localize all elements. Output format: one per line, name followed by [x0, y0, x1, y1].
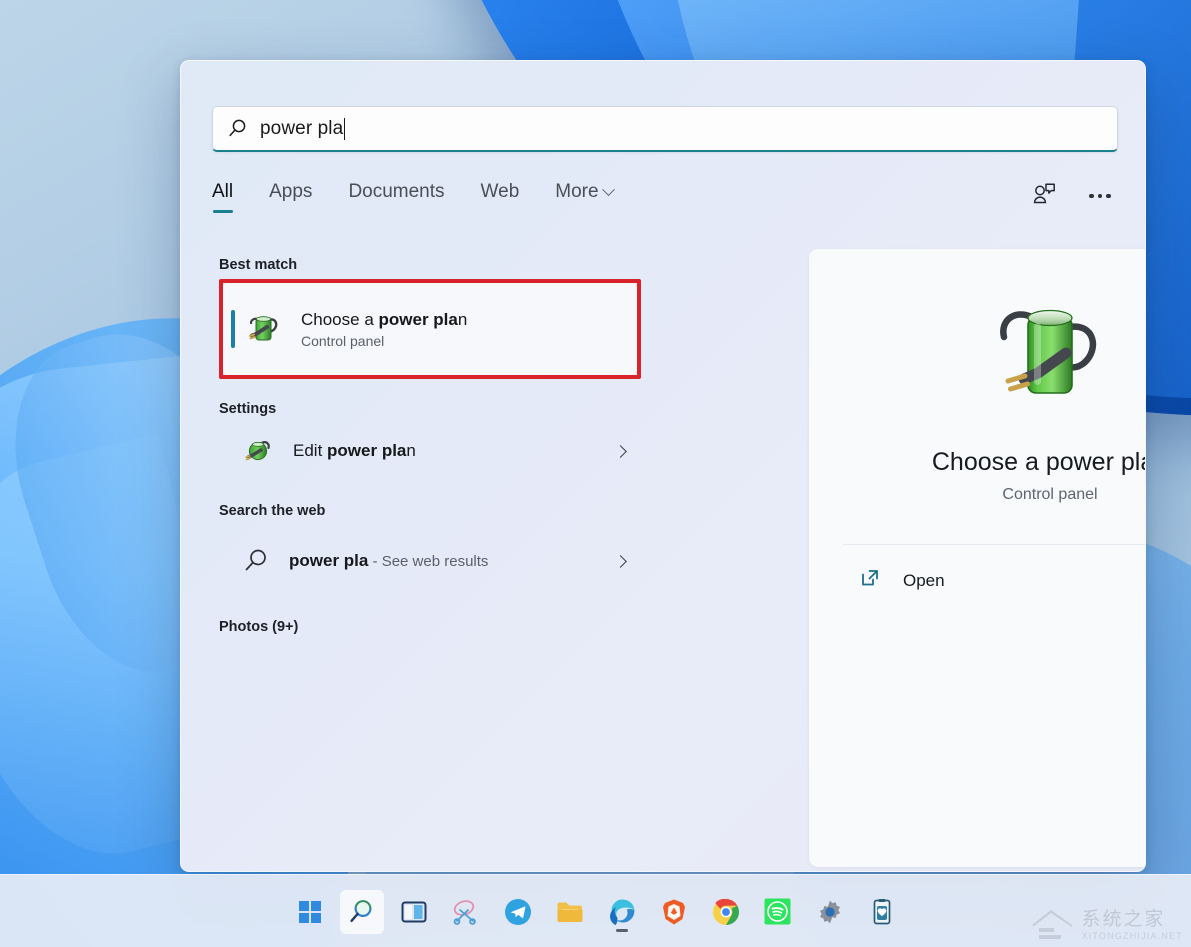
result-item-see-web-results[interactable]: power pla - See web results [219, 525, 641, 597]
watermark-en: XITONGZHIJIA.NET [1081, 930, 1183, 941]
search-input[interactable]: power pla [212, 106, 1118, 152]
tab-web[interactable]: Web [481, 179, 520, 217]
preview-icon-container [809, 249, 1145, 420]
taskbar-item-settings[interactable] [808, 890, 852, 934]
gear-icon [819, 900, 840, 923]
taskbar-item-spotify[interactable] [756, 890, 800, 934]
search-icon [350, 900, 372, 922]
power-plan-settings-icon [241, 434, 275, 468]
taskbar-item-telegram[interactable] [496, 890, 540, 934]
preview-action-open[interactable]: Open [809, 545, 1145, 594]
spotify-icon [764, 898, 791, 925]
open-action-label: Open [903, 570, 945, 590]
taskbar-item-snipping-tool[interactable] [444, 890, 488, 934]
power-plan-battery-icon [245, 310, 283, 348]
result-item-subtitle: Control panel [301, 333, 385, 350]
watermark-logo-icon [1032, 910, 1073, 939]
running-indicator [615, 928, 628, 932]
search-icon [227, 118, 248, 139]
chevron-right-icon[interactable] [614, 554, 627, 568]
taskbar-item-edge[interactable] [600, 890, 644, 934]
ellipsis-icon [1089, 193, 1111, 199]
chevron-down-icon [601, 182, 615, 196]
results-column: Best match Choose a power plan Control p… [181, 257, 809, 871]
preview-pane: Choose a power plan Control panel Open [809, 249, 1146, 867]
section-heading-search-the-web: Search the web [219, 503, 326, 519]
chrome-icon [712, 898, 739, 925]
telegram-icon [504, 898, 531, 925]
tab-apps[interactable]: Apps [269, 179, 312, 217]
taskbar-item-file-explorer[interactable] [548, 890, 592, 934]
snipping-tool-icon [453, 899, 476, 925]
chevron-right-icon[interactable] [614, 444, 627, 458]
tab-documents[interactable]: Documents [348, 179, 444, 217]
best-match-annotation-box: Choose a power plan Control panel [219, 279, 641, 379]
taskbar-item-brave[interactable] [652, 890, 696, 934]
preview-subtitle: Control panel [1002, 486, 1098, 503]
task-view-icon [401, 901, 426, 922]
selection-indicator [231, 310, 235, 348]
taskbar-item-start[interactable] [288, 890, 332, 934]
tab-more[interactable]: More [555, 179, 615, 217]
feedback-button[interactable] [1026, 180, 1062, 212]
taskbar: 系统之家 XITONGZHIJIA.NET [0, 874, 1191, 947]
section-heading-settings: Settings [219, 401, 277, 417]
feedback-person-icon [1031, 181, 1057, 212]
watermark-text: 系统之家 XITONGZHIJIA.NET [1081, 910, 1183, 941]
search-icon [241, 546, 271, 576]
taskbar-items [288, 875, 904, 947]
search-flyout-panel: power pla All Apps Documents Web More Be… [180, 60, 1146, 872]
brave-icon [662, 899, 685, 924]
folder-icon [557, 902, 582, 922]
text-caret [344, 117, 346, 140]
site-watermark: 系统之家 XITONGZHIJIA.NET [1029, 907, 1183, 943]
section-heading-photos: Photos (9+) [219, 619, 299, 635]
tab-apps-label: Apps [269, 181, 313, 202]
web-result-title: power pla - See web results [289, 550, 489, 570]
open-external-icon [859, 567, 881, 594]
result-item-choose-a-power-plan[interactable]: Choose a power plan Control panel [223, 283, 637, 375]
power-plan-battery-large-icon [988, 297, 1112, 420]
search-input-container[interactable]: power pla [212, 106, 1118, 152]
taskbar-item-task-view[interactable] [392, 890, 436, 934]
taskbar-item-battery-app[interactable] [860, 890, 904, 934]
tab-web-label: Web [480, 181, 520, 202]
tab-all[interactable]: All [212, 179, 234, 217]
result-item-edit-power-plan[interactable]: Edit power plan [219, 423, 641, 479]
edge-icon [609, 899, 634, 925]
windows-logo-icon [298, 900, 321, 923]
taskbar-item-search[interactable] [339, 889, 384, 934]
result-item-title: Choose a power plan [301, 309, 468, 329]
battery-app-icon [873, 898, 890, 924]
desktop: power pla All Apps Documents Web More Be… [0, 0, 1191, 947]
tab-documents-label: Documents [348, 181, 445, 202]
tab-more-label: More [555, 181, 599, 202]
preview-title: Choose a power plan [931, 448, 1146, 476]
more-options-button[interactable] [1082, 180, 1118, 212]
tab-all-label: All [212, 181, 234, 202]
section-heading-best-match: Best match [219, 257, 298, 273]
header-actions [1026, 179, 1118, 212]
watermark-cn: 系统之家 [1081, 908, 1166, 930]
filter-tabs: All Apps Documents Web More [212, 179, 1118, 227]
result-item-text: Choose a power plan Control panel [301, 309, 467, 349]
taskbar-item-chrome[interactable] [704, 890, 748, 934]
result-item-title: Edit power plan [293, 441, 416, 461]
search-input-value: power pla [260, 117, 344, 139]
